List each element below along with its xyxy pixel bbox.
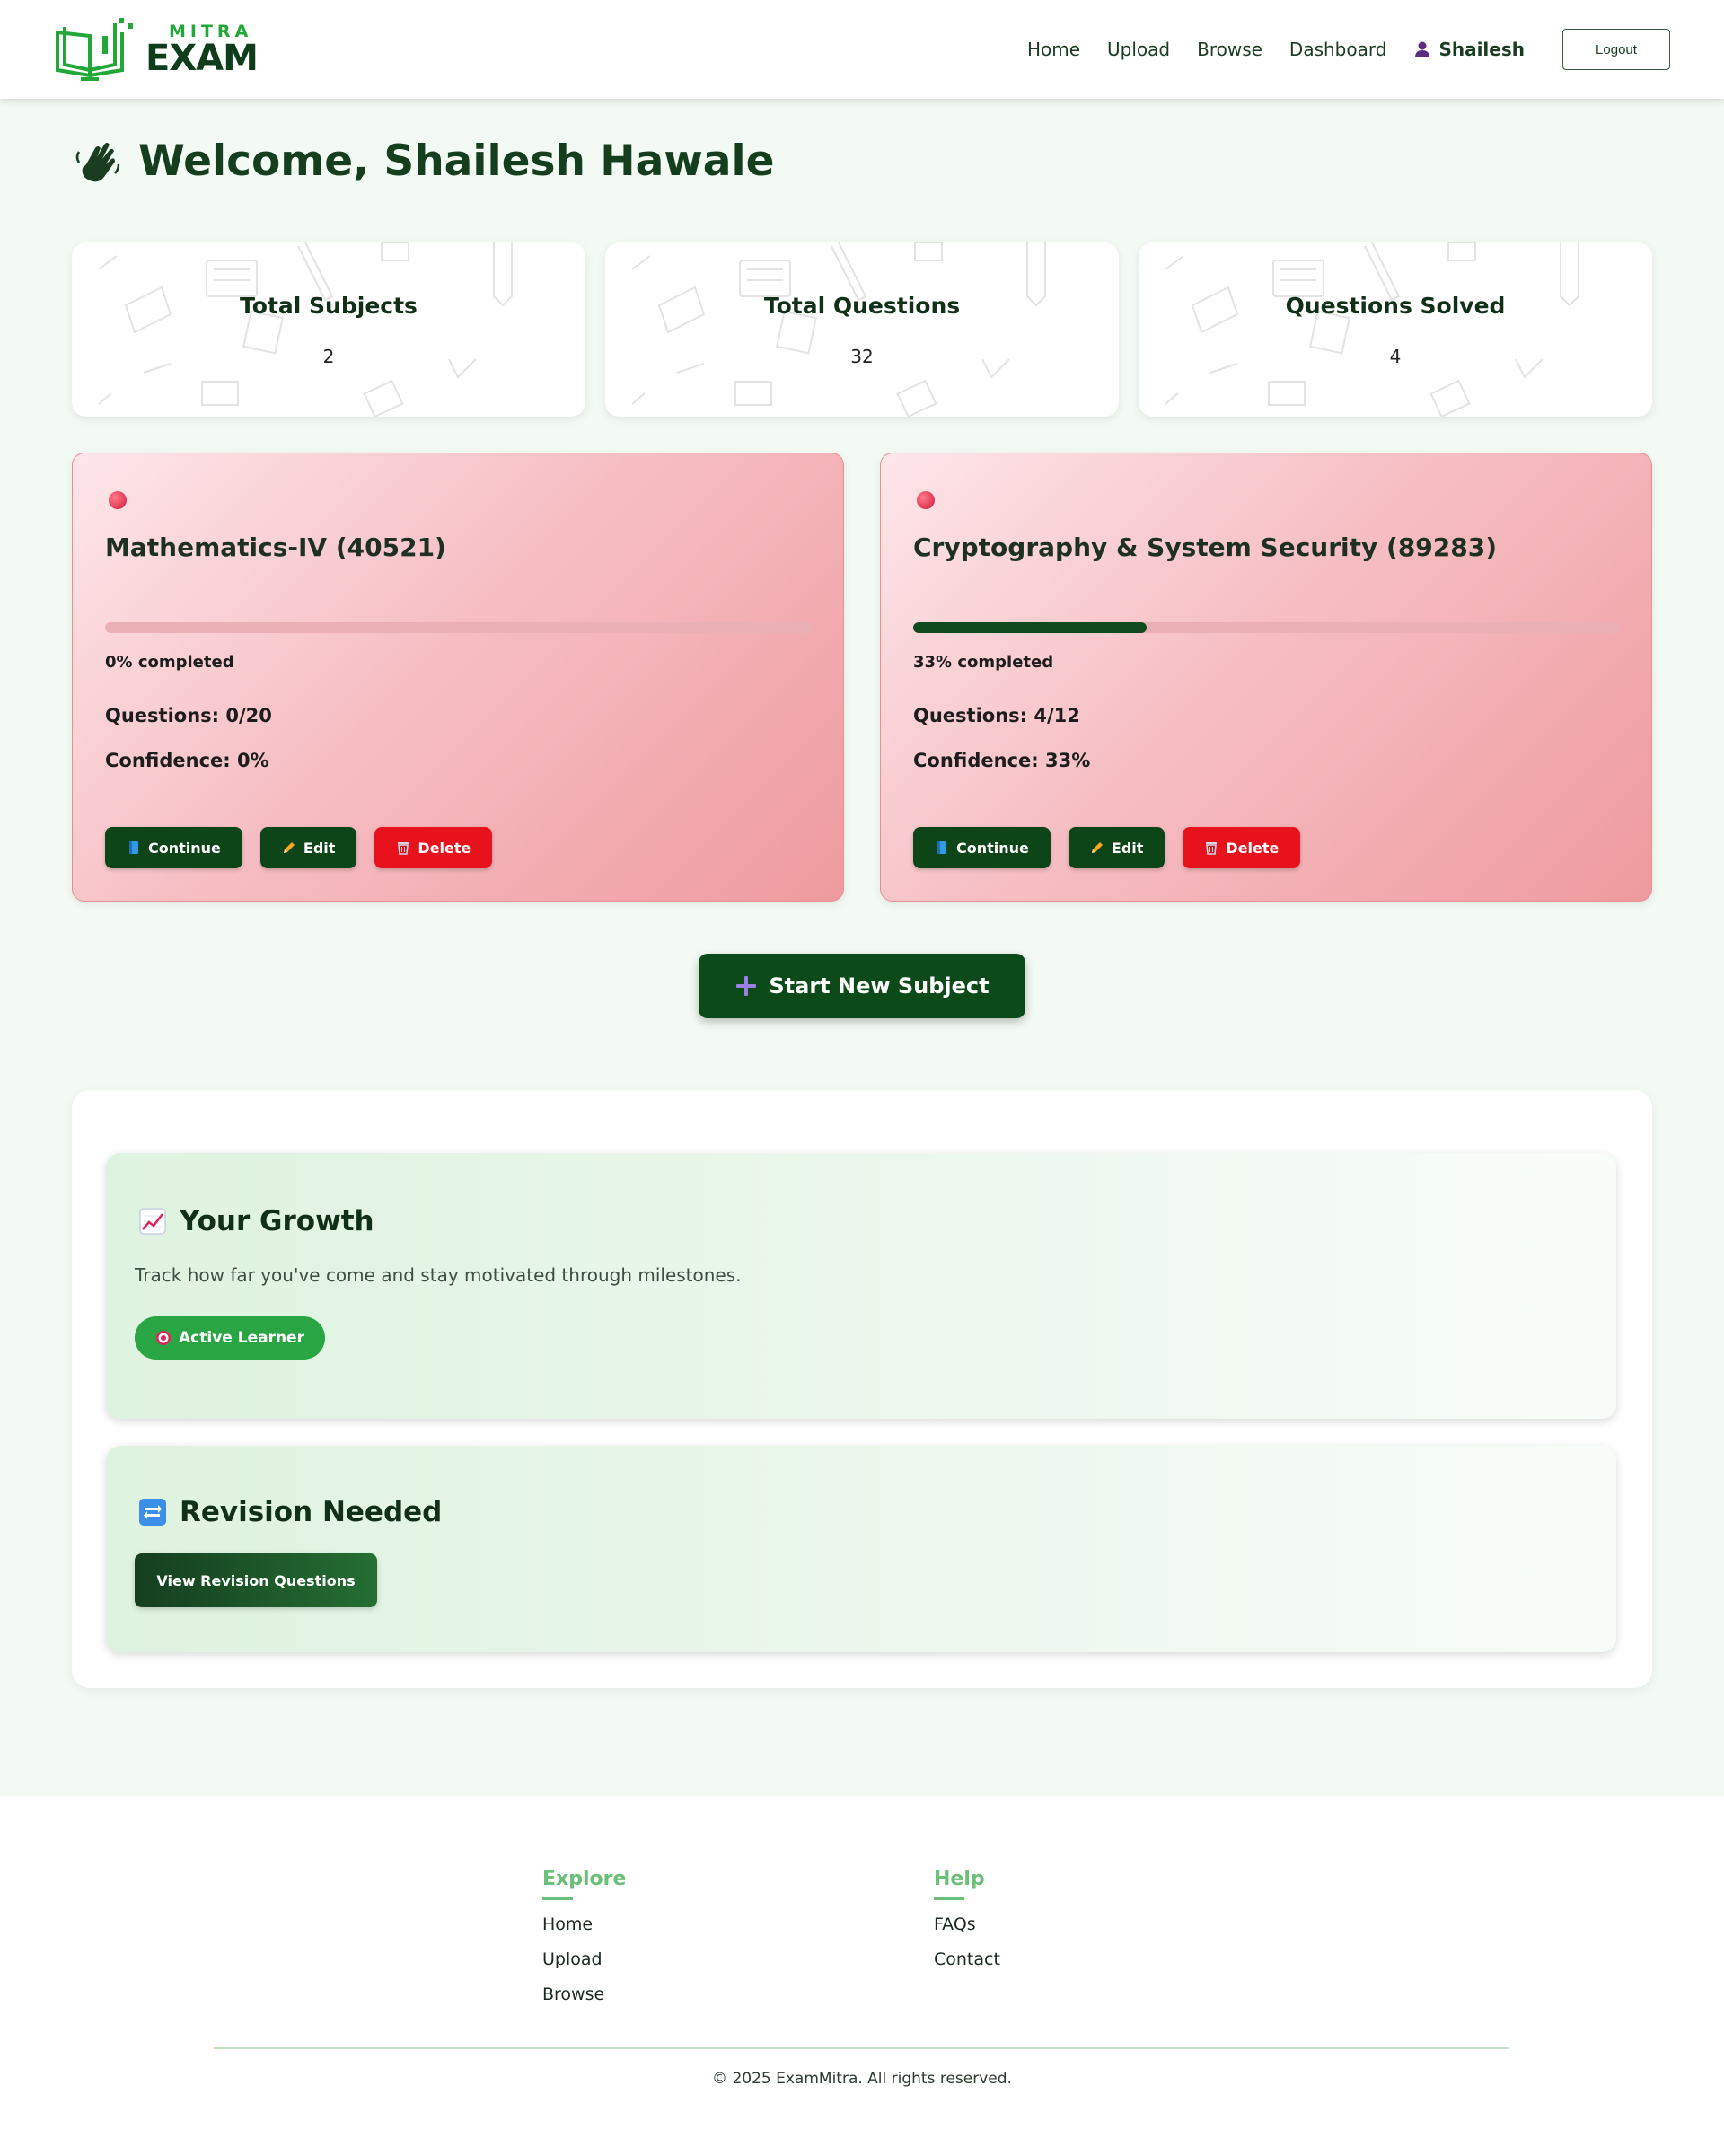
trash-icon: [398, 842, 409, 855]
progress-text: 0% completed: [105, 653, 234, 672]
edit-button[interactable]: Edit: [1068, 827, 1165, 868]
repeat-icon: [139, 1499, 166, 1526]
continue-label: Continue: [956, 839, 1029, 857]
revision-card: Revision Needed View Revision Questions: [106, 1446, 1616, 1652]
logo[interactable]: MITRA EXAM: [54, 16, 259, 83]
edit-button[interactable]: Edit: [259, 827, 357, 868]
target-icon: [156, 1331, 172, 1345]
subject-card: Mathematics-IV (40521) 0% completed Ques…: [72, 453, 844, 902]
footer-link-home[interactable]: Home: [542, 1914, 626, 1934]
subject-actions: Continue Edit Delete: [913, 827, 1301, 868]
subject-title: Mathematics-IV (40521): [105, 532, 446, 562]
progress-panel: Your Growth Track how far you've come an…: [72, 1090, 1652, 1688]
logo-wordmark: MITRA EXAM: [145, 22, 259, 79]
heading-underline: [934, 1897, 964, 1900]
nav-links: Home Upload Browse Dashboard Shailesh Lo…: [1027, 29, 1670, 70]
welcome-title: Welcome, Shailesh Hawale: [138, 136, 775, 186]
stat-label: Total Questions: [763, 293, 961, 319]
revision-heading: Revision Needed: [138, 1496, 442, 1528]
footer: Explore Home Upload Browse Help FAQs Con…: [0, 1796, 1724, 2156]
growth-title: Your Growth: [180, 1205, 374, 1237]
questions-count: Questions: 0/20: [105, 705, 272, 726]
growth-card: Your Growth Track how far you've come an…: [106, 1153, 1616, 1419]
growth-description: Track how far you've come and stay motiv…: [135, 1264, 742, 1286]
footer-help-heading: Help: [934, 1868, 985, 1890]
nav-browse[interactable]: Browse: [1197, 39, 1262, 60]
continue-button[interactable]: Continue: [913, 827, 1051, 868]
view-revision-button[interactable]: View Revision Questions: [135, 1553, 377, 1607]
stat-label: Questions Solved: [1285, 293, 1506, 319]
pencil-icon: [1091, 842, 1103, 853]
status-dot: [109, 491, 127, 509]
welcome-heading: Welcome, Shailesh Hawale: [74, 136, 774, 186]
progress-fill: [913, 622, 1148, 633]
progress-bar: [105, 622, 813, 633]
progress-text: 33% completed: [913, 653, 1054, 672]
delete-button[interactable]: Delete: [1183, 827, 1301, 868]
revision-title: Revision Needed: [180, 1496, 443, 1528]
footer-link-upload[interactable]: Upload: [542, 1949, 626, 1969]
subject-card: Cryptography & System Security (89283) 3…: [880, 453, 1652, 902]
trash-icon: [1206, 842, 1218, 855]
edit-label: Edit: [1111, 839, 1144, 857]
stat-value: 4: [1389, 346, 1402, 367]
stationery-pattern: [631, 242, 1046, 417]
logout-button[interactable]: Logout: [1562, 29, 1670, 70]
book-logo-icon: [56, 18, 133, 81]
footer-link-browse[interactable]: Browse: [542, 1984, 626, 2004]
logo-bottom-text: EXAM: [145, 37, 259, 79]
footer-link-faqs[interactable]: FAQs: [934, 1914, 1000, 1934]
confidence-value: Confidence: 0%: [105, 750, 269, 771]
footer-explore-heading: Explore: [542, 1868, 627, 1890]
plus-icon: [736, 976, 757, 996]
heading-underline: [542, 1897, 573, 1900]
stat-card-questions-solved: Questions Solved 4: [1139, 242, 1652, 417]
status-dot: [917, 491, 935, 509]
progress-bar: [913, 622, 1621, 633]
nav-user[interactable]: Shailesh: [1413, 39, 1525, 60]
edit-label: Edit: [303, 839, 336, 857]
start-new-subject-label: Start New Subject: [769, 973, 990, 999]
confidence-value: Confidence: 33%: [913, 750, 1091, 771]
achievement-badge: Active Learner: [135, 1316, 325, 1360]
stat-value: 2: [322, 346, 335, 367]
continue-button[interactable]: Continue: [105, 827, 242, 868]
stat-value: 32: [850, 346, 874, 367]
nav-dashboard[interactable]: Dashboard: [1289, 39, 1387, 60]
waving-hand-icon: [75, 142, 120, 181]
badge-label: Active Learner: [179, 1329, 304, 1347]
chart-increasing-icon: [139, 1208, 166, 1235]
copyright: © 2025 ExamMitra. All rights reserved.: [712, 2070, 1012, 2088]
footer-help: Help FAQs Contact: [934, 1868, 1000, 1984]
footer-link-contact[interactable]: Contact: [934, 1949, 1000, 1969]
questions-count: Questions: 4/12: [913, 705, 1080, 726]
nav-home[interactable]: Home: [1027, 39, 1080, 60]
footer-explore: Explore Home Upload Browse: [542, 1868, 626, 2020]
subject-actions: Continue Edit Delete: [105, 827, 493, 868]
delete-label: Delete: [418, 839, 471, 857]
nav-upload[interactable]: Upload: [1107, 39, 1170, 60]
growth-heading: Your Growth: [138, 1205, 374, 1237]
stationery-pattern: [1165, 242, 1579, 417]
footer-divider: [214, 2047, 1508, 2049]
nav-user-name: Shailesh: [1438, 39, 1525, 60]
user-icon: [1415, 41, 1430, 57]
start-new-subject-button[interactable]: Start New Subject: [699, 954, 1025, 1018]
delete-label: Delete: [1226, 839, 1280, 857]
continue-label: Continue: [148, 839, 221, 857]
book-icon: [937, 841, 946, 854]
delete-button[interactable]: Delete: [374, 827, 493, 868]
stat-label: Total Subjects: [240, 293, 418, 319]
subject-title: Cryptography & System Security (89283): [913, 532, 1498, 562]
pencil-icon: [283, 842, 295, 853]
stationery-pattern: [98, 242, 513, 417]
stat-card-total-subjects: Total Subjects 2: [72, 242, 585, 417]
stat-card-total-questions: Total Questions 32: [605, 242, 1119, 417]
navbar: MITRA EXAM Home Upload Browse Dashboard …: [0, 0, 1724, 99]
book-icon: [129, 841, 138, 854]
